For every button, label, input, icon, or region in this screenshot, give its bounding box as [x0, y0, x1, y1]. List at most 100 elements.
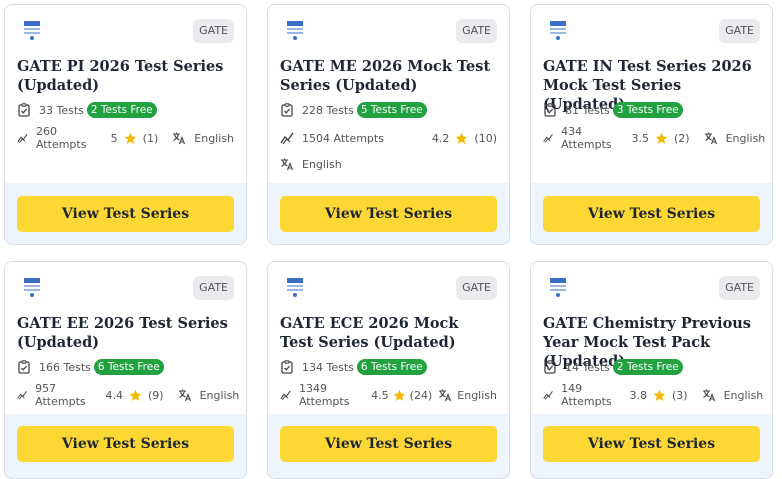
card-header: GATE GATE EE 2026 Test Series (Updated) … — [5, 262, 246, 414]
translate-icon — [702, 389, 715, 402]
gate-logo — [24, 21, 40, 40]
star-icon — [655, 132, 668, 144]
reviews: (10) — [474, 131, 497, 145]
card-header: GATE GATE ME 2026 Mock Test Series (Upda… — [268, 5, 509, 183]
view-test-series-button[interactable]: View Test Series — [543, 426, 760, 462]
stats-row: 149 Attempts 3.8 (3) English — [543, 382, 763, 408]
clipboard-check-icon — [544, 103, 556, 117]
tests-count: 81 Tests — [565, 103, 610, 117]
exam-badge: GATE — [719, 276, 760, 300]
rating: 4.2 — [431, 131, 450, 145]
gate-logo — [550, 278, 566, 297]
free-tests-badge: 6 Tests Free — [93, 359, 164, 375]
exam-badge: GATE — [456, 19, 497, 43]
rating: 5 — [110, 131, 118, 145]
reviews: (24) — [409, 388, 433, 402]
language: English — [723, 388, 764, 402]
card-header: GATE GATE PI 2026 Test Series (Updated) … — [5, 5, 246, 183]
free-tests-badge: 3 Tests Free — [612, 102, 683, 118]
free-tests-badge: 6 Tests Free — [356, 359, 427, 375]
gate-logo — [287, 21, 303, 40]
tests-row: 166 Tests 6 Tests Free — [17, 358, 164, 376]
tests-row: 14 Tests 2 Tests Free — [543, 358, 683, 376]
star-icon — [456, 132, 468, 144]
rating: 3.8 — [629, 388, 647, 402]
attempts: 149 Attempts — [561, 382, 612, 408]
view-test-series-button[interactable]: View Test Series — [280, 426, 497, 462]
language: English — [725, 131, 766, 145]
test-series-card[interactable]: GATE GATE ECE 2026 Mock Test Series (Upd… — [267, 261, 510, 479]
reviews: (3) — [671, 388, 688, 402]
attempts: 434 Attempts — [561, 125, 612, 151]
language: English — [302, 157, 342, 171]
view-test-series-button[interactable]: View Test Series — [280, 196, 497, 232]
attempts: 260 Attempts — [35, 125, 87, 151]
rating: 4.4 — [105, 388, 123, 402]
free-tests-badge: 2 Tests Free — [86, 102, 157, 118]
card-title[interactable]: GATE PI 2026 Test Series (Updated) — [17, 57, 230, 95]
view-test-series-button[interactable]: View Test Series — [543, 196, 760, 232]
trend-icon — [17, 133, 28, 143]
tests-count: 228 Tests — [302, 103, 354, 117]
attempts: 1349 Attempts — [298, 382, 350, 408]
clipboard-check-icon — [18, 360, 30, 374]
star-icon — [653, 389, 666, 401]
trend-icon — [543, 134, 553, 143]
clipboard-check-icon — [18, 103, 30, 117]
translate-icon — [173, 132, 186, 145]
reviews: (2) — [673, 131, 690, 145]
stats-row: 1349 Attempts 4.5 (24) English — [280, 382, 497, 408]
test-series-card[interactable]: GATE GATE IN Test Series 2026 Mock Test … — [530, 4, 773, 245]
tests-row: 81 Tests 3 Tests Free — [543, 101, 683, 119]
test-series-card[interactable]: GATE GATE Chemistry Previous Year Mock T… — [530, 261, 773, 479]
language: English — [194, 131, 234, 145]
language: English — [199, 388, 240, 402]
gate-logo — [550, 21, 566, 40]
test-series-card[interactable]: GATE GATE PI 2026 Test Series (Updated) … — [4, 4, 247, 245]
tests-count: 14 Tests — [565, 360, 610, 374]
tests-row: 134 Tests 6 Tests Free — [280, 358, 427, 376]
exam-badge: GATE — [193, 19, 234, 43]
trend-icon — [17, 391, 27, 400]
exam-badge: GATE — [456, 276, 497, 300]
card-header: GATE GATE ECE 2026 Mock Test Series (Upd… — [268, 262, 509, 414]
view-test-series-button[interactable]: View Test Series — [17, 196, 234, 232]
reviews: (9) — [147, 388, 164, 402]
tests-row: 33 Tests 2 Tests Free — [17, 101, 157, 119]
tests-count: 33 Tests — [39, 103, 84, 117]
stats-row: 957 Attempts 4.4 (9) English — [17, 382, 239, 408]
star-icon — [124, 132, 137, 144]
translate-icon — [281, 158, 294, 171]
trend-icon — [280, 390, 291, 400]
test-series-card[interactable]: GATE GATE EE 2026 Test Series (Updated) … — [4, 261, 247, 479]
rating: 4.5 — [371, 388, 389, 402]
trend-icon — [543, 391, 553, 400]
free-tests-badge: 5 Tests Free — [356, 102, 427, 118]
exam-badge: GATE — [193, 276, 234, 300]
clipboard-check-icon — [544, 360, 556, 374]
star-icon — [393, 389, 406, 401]
card-header: GATE GATE Chemistry Previous Year Mock T… — [531, 262, 772, 414]
tests-count: 166 Tests — [39, 360, 91, 374]
gate-logo — [24, 278, 40, 297]
attempts: 957 Attempts — [35, 382, 86, 408]
stats-row: 1504 Attempts 4.2 (10) — [280, 129, 497, 147]
stats-row: 260 Attempts 5 (1) English — [17, 125, 234, 151]
free-tests-badge: 2 Tests Free — [612, 359, 683, 375]
test-series-card[interactable]: GATE GATE ME 2026 Mock Test Series (Upda… — [267, 4, 510, 245]
star-icon — [129, 389, 142, 401]
gate-logo — [287, 278, 303, 297]
card-title[interactable]: GATE ECE 2026 Mock Test Series (Updated) — [280, 314, 493, 352]
rating: 3.5 — [631, 131, 649, 145]
translate-icon — [704, 132, 717, 145]
view-test-series-button[interactable]: View Test Series — [17, 426, 234, 462]
card-title[interactable]: GATE ME 2026 Mock Test Series (Updated) — [280, 57, 493, 95]
card-header: GATE GATE IN Test Series 2026 Mock Test … — [531, 5, 772, 183]
exam-badge: GATE — [719, 19, 760, 43]
card-title[interactable]: GATE EE 2026 Test Series (Updated) — [17, 314, 230, 352]
translate-icon — [439, 389, 452, 402]
tests-count: 134 Tests — [302, 360, 354, 374]
language: English — [457, 388, 497, 402]
clipboard-check-icon — [281, 360, 293, 374]
clipboard-check-icon — [281, 103, 293, 117]
